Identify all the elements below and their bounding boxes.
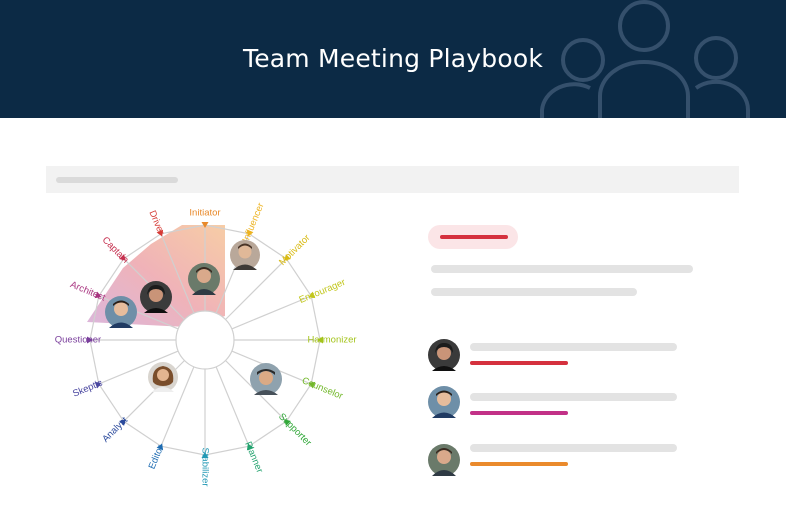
- member-avatar-1: [428, 339, 460, 371]
- member-role-bar-2: [470, 411, 568, 415]
- role-label-harmonizer: Harmonizer: [307, 335, 356, 346]
- avatar-influencer: [230, 240, 260, 270]
- role-label-counselor: Counselor: [300, 375, 344, 402]
- role-label-stabilizer: Stabilizer: [199, 447, 210, 486]
- avatar-architect: [105, 296, 137, 328]
- role-label-supporter: Supporter: [276, 411, 313, 448]
- role-label-motivator: Motivator: [277, 233, 312, 268]
- role-label-analyst: Analyst: [100, 415, 130, 445]
- role-tag: [428, 225, 518, 249]
- role-label-captain: Captain: [100, 235, 131, 266]
- description-line-2: [431, 288, 637, 296]
- header-banner: Team Meeting Playbook: [0, 0, 786, 118]
- role-label-driver: Driver: [146, 209, 166, 237]
- description-line-1: [431, 265, 693, 273]
- wheel-hub: [175, 310, 235, 370]
- avatar-skeptic: [148, 362, 178, 392]
- avatar-initiator: [188, 263, 220, 295]
- role-label-architect: Architect: [69, 279, 108, 303]
- toolbar-placeholder-text: [56, 177, 178, 183]
- member-name-line-1: [470, 343, 677, 351]
- role-label-skeptic: Skeptic: [71, 377, 104, 399]
- role-label-influencer: Influencer: [241, 201, 267, 244]
- member-avatar-2: [428, 386, 460, 418]
- role-label-encourager: Encourager: [298, 277, 348, 306]
- member-role-bar-3: [470, 462, 568, 466]
- avatar-counselor: [250, 363, 282, 395]
- role-label-questioner: Questioner: [55, 335, 101, 346]
- member-avatar-3: [428, 444, 460, 476]
- role-label-initiator: Initiator: [189, 208, 220, 219]
- member-role-bar-1: [470, 361, 568, 365]
- avatar-captain: [140, 281, 172, 313]
- role-label-editor: Editor: [147, 444, 167, 471]
- member-name-line-2: [470, 393, 677, 401]
- role-label-planner: Planner: [242, 440, 265, 474]
- role-tag-text: [440, 235, 508, 239]
- team-icon: [540, 0, 751, 118]
- member-name-line-3: [470, 444, 677, 452]
- role-wheel: Initiator Influencer Motivator Encourager Ha…: [55, 201, 357, 486]
- toolbar-placeholder: [46, 166, 739, 193]
